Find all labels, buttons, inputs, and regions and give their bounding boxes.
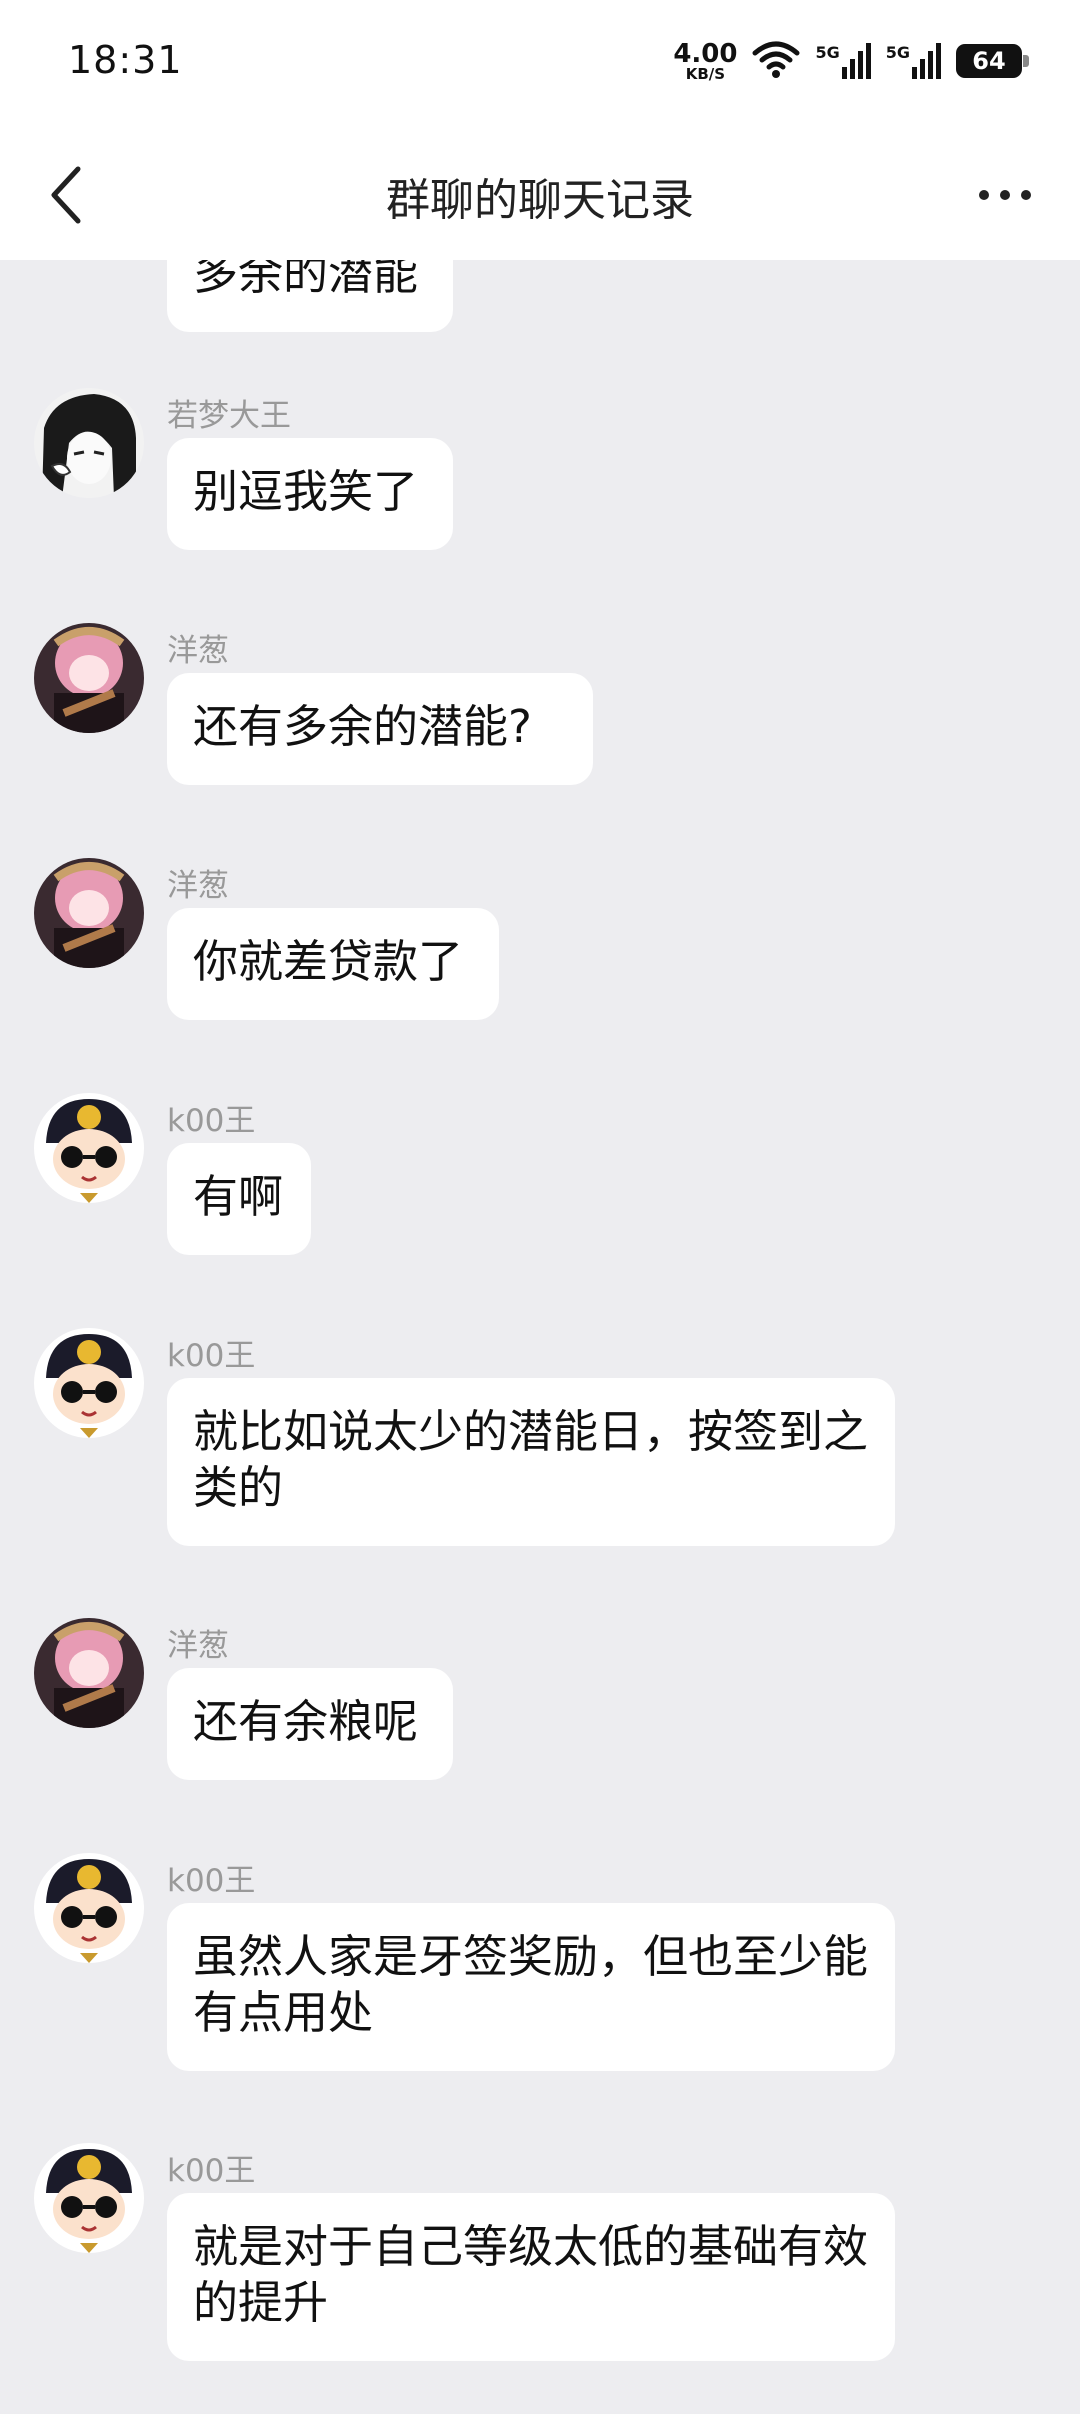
message-bubble[interactable]: 多余的潜能 xyxy=(167,260,453,332)
sender-name: 洋葱 xyxy=(167,1628,229,1664)
net-speed: 4.00 KB/S xyxy=(673,41,737,82)
message-text: 别逗我笑了 xyxy=(193,465,419,518)
status-bar: 18:31 4.00 KB/S 5G 5G 64 xyxy=(0,0,1080,130)
message-text: 就比如说太少的潜能日，按签到之类的 xyxy=(193,1405,869,1514)
signal-5g-icon: 5G xyxy=(815,43,871,79)
net-speed-value: 4.00 xyxy=(673,38,738,69)
sender-name: k00王 xyxy=(167,1103,256,1139)
anime-girl-avatar-icon xyxy=(34,388,144,498)
message-bubble[interactable]: 还有多余的潜能? xyxy=(167,673,593,785)
message-bubble[interactable]: 你就差贷款了 xyxy=(167,908,499,1020)
status-time: 18:31 xyxy=(68,38,183,82)
message-text: 就是对于自己等级太低的基础有效的提升 xyxy=(193,2220,869,2329)
sender-name: 若梦大王 xyxy=(167,398,291,434)
avatar[interactable] xyxy=(34,1093,144,1203)
avatar[interactable] xyxy=(34,1853,144,1963)
message-bubble[interactable]: 别逗我笑了 xyxy=(167,438,453,550)
status-icons: 4.00 KB/S 5G 5G 64 xyxy=(673,36,1029,86)
message-text: 有啊 xyxy=(193,1170,284,1223)
message-text: 多余的潜能 xyxy=(193,260,419,300)
sender-name: k00王 xyxy=(167,1863,256,1899)
cartoon-sunglasses-avatar-icon xyxy=(34,1328,144,1438)
avatar[interactable] xyxy=(34,623,144,733)
avatar[interactable] xyxy=(34,2143,144,2253)
more-horizontal-icon xyxy=(979,190,1031,200)
pink-hair-guitar-avatar-icon xyxy=(34,623,144,733)
sender-name: k00王 xyxy=(167,2153,256,2189)
sender-name: 洋葱 xyxy=(167,868,229,904)
message-bubble[interactable]: 就是对于自己等级太低的基础有效的提升 xyxy=(167,2193,895,2361)
nav-bar: 群聊的聊天记录 xyxy=(0,130,1080,260)
wifi-icon xyxy=(751,39,801,83)
net-speed-unit: KB/S xyxy=(685,64,726,83)
signal-5g-icon-2: 5G xyxy=(886,43,942,79)
chat-history-list[interactable]: 多余的潜能 若梦大王 别逗我笑了 洋葱 还有多余的潜能? 洋葱 你就差贷款了 k… xyxy=(0,260,1080,2414)
more-button[interactable] xyxy=(960,160,1050,230)
avatar[interactable] xyxy=(34,1618,144,1728)
pink-hair-guitar-avatar-icon xyxy=(34,1618,144,1728)
message-bubble[interactable]: 还有余粮呢 xyxy=(167,1668,453,1780)
message-bubble[interactable]: 就比如说太少的潜能日，按签到之类的 xyxy=(167,1378,895,1546)
message-bubble[interactable]: 有啊 xyxy=(167,1143,311,1255)
avatar[interactable] xyxy=(34,388,144,498)
sender-name: k00王 xyxy=(167,1338,256,1374)
avatar[interactable] xyxy=(34,858,144,968)
sender-name: 洋葱 xyxy=(167,633,229,669)
message-text: 还有余粮呢 xyxy=(193,1695,419,1748)
message-text: 还有多余的潜能? xyxy=(193,700,532,753)
cartoon-sunglasses-avatar-icon xyxy=(34,1093,144,1203)
signal1-label: 5G xyxy=(815,43,840,62)
message-text: 你就差贷款了 xyxy=(193,935,464,988)
cartoon-sunglasses-avatar-icon xyxy=(34,1853,144,1963)
pink-hair-guitar-avatar-icon xyxy=(34,858,144,968)
message-bubble[interactable]: 虽然人家是牙签奖励，但也至少能有点用处 xyxy=(167,1903,895,2071)
message-text: 虽然人家是牙签奖励，但也至少能有点用处 xyxy=(193,1930,869,2039)
avatar[interactable] xyxy=(34,1328,144,1438)
page-title: 群聊的聊天记录 xyxy=(386,175,694,226)
battery-icon: 64 xyxy=(956,44,1029,78)
battery-level: 64 xyxy=(972,47,1006,75)
signal2-label: 5G xyxy=(885,43,910,62)
cartoon-sunglasses-avatar-icon xyxy=(34,2143,144,2253)
